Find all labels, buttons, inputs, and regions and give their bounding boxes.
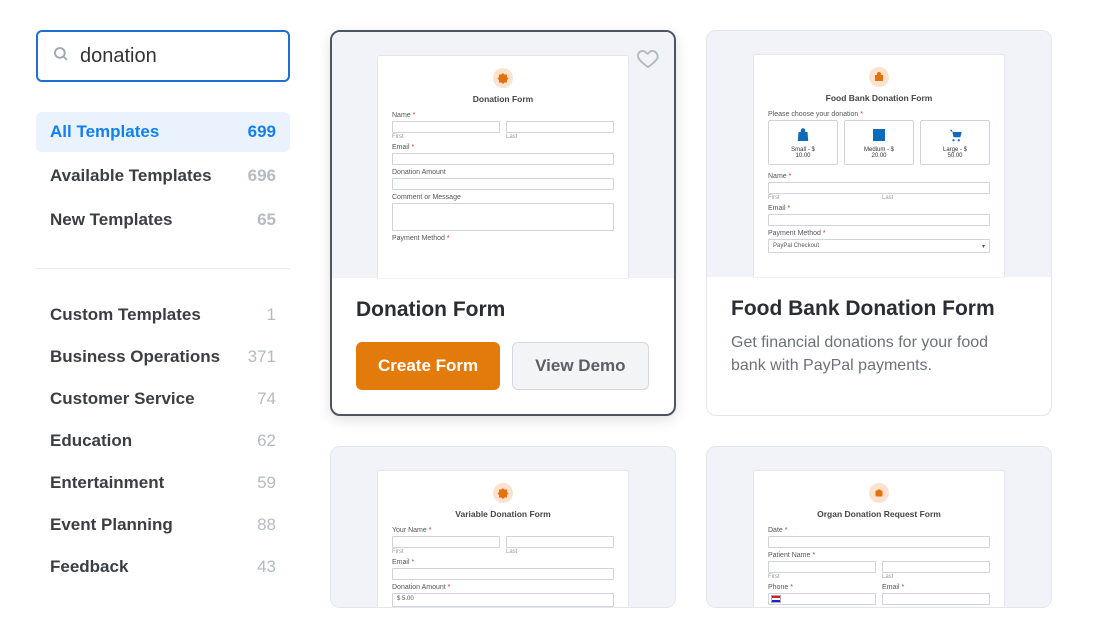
category-count: 43	[257, 557, 276, 577]
category-count: 371	[248, 347, 276, 367]
template-grid-area: Donation Form Name * FirstLast Email * D…	[320, 0, 1116, 640]
preview-sheet: Donation Form Name * FirstLast Email * D…	[378, 56, 628, 278]
logo-icon	[869, 67, 889, 87]
filter-all-templates[interactable]: All Templates 699	[36, 112, 290, 152]
category-label: Custom Templates	[50, 305, 201, 325]
template-description: Get financial donations for your food ba…	[731, 331, 1027, 377]
template-preview: Variable Donation Form Your Name * First…	[331, 447, 675, 607]
category-label: Business Operations	[50, 347, 220, 367]
category-count: 88	[257, 515, 276, 535]
filter-count: 65	[257, 210, 276, 230]
template-card-donation[interactable]: Donation Form Name * FirstLast Email * D…	[330, 30, 676, 416]
preview-title: Food Bank Donation Form	[768, 93, 990, 103]
preview-sheet: Variable Donation Form Your Name * First…	[378, 471, 628, 607]
logo-icon	[493, 483, 513, 503]
template-card-organ-donation[interactable]: Organ Donation Request Form Date * Patie…	[706, 446, 1052, 608]
preview-title: Organ Donation Request Form	[768, 509, 990, 519]
template-card-variable-donation[interactable]: Variable Donation Form Your Name * First…	[330, 446, 676, 608]
category-label: Customer Service	[50, 389, 195, 409]
search-input[interactable]	[80, 45, 345, 68]
category-label: Event Planning	[50, 515, 173, 535]
category-custom-templates[interactable]: Custom Templates 1	[36, 297, 290, 333]
search-box[interactable]	[36, 30, 290, 82]
logo-icon	[493, 68, 513, 88]
filter-count: 696	[248, 166, 276, 186]
category-event-planning[interactable]: Event Planning 88	[36, 507, 290, 543]
category-label: Entertainment	[50, 473, 164, 493]
sidebar: All Templates 699 Available Templates 69…	[0, 0, 320, 640]
category-business-operations[interactable]: Business Operations 371	[36, 339, 290, 375]
category-label: Education	[50, 431, 132, 451]
logo-icon	[869, 483, 889, 503]
template-grid: Donation Form Name * FirstLast Email * D…	[330, 30, 1086, 608]
category-count: 74	[257, 389, 276, 409]
category-list: Custom Templates 1 Business Operations 3…	[36, 297, 290, 585]
template-title: Donation Form	[356, 298, 650, 322]
category-feedback[interactable]: Feedback 43	[36, 549, 290, 585]
template-filters: All Templates 699 Available Templates 69…	[36, 112, 290, 240]
create-form-button[interactable]: Create Form	[356, 342, 500, 390]
search-icon	[52, 45, 70, 68]
card-body: Food Bank Donation Form Get financial do…	[707, 277, 1051, 401]
field-label: Name *	[392, 112, 614, 119]
category-count: 1	[267, 305, 276, 325]
template-preview: Organ Donation Request Form Date * Patie…	[707, 447, 1051, 607]
category-label: Feedback	[50, 557, 128, 577]
preview-sheet: Organ Donation Request Form Date * Patie…	[754, 471, 1004, 607]
category-education[interactable]: Education 62	[36, 423, 290, 459]
template-card-food-bank[interactable]: Food Bank Donation Form Please choose yo…	[706, 30, 1052, 416]
preview-sheet: Food Bank Donation Form Please choose yo…	[754, 55, 1004, 277]
filter-count: 699	[248, 122, 276, 142]
filter-new-templates[interactable]: New Templates 65	[36, 200, 290, 240]
filter-label: New Templates	[50, 210, 173, 230]
category-customer-service[interactable]: Customer Service 74	[36, 381, 290, 417]
template-title: Food Bank Donation Form	[731, 297, 1027, 321]
sidebar-divider	[36, 268, 290, 269]
category-entertainment[interactable]: Entertainment 59	[36, 465, 290, 501]
template-preview: Food Bank Donation Form Please choose yo…	[707, 31, 1051, 277]
favorite-icon[interactable]	[636, 46, 660, 75]
view-demo-button[interactable]: View Demo	[512, 342, 648, 390]
template-preview: Donation Form Name * FirstLast Email * D…	[332, 32, 674, 278]
filter-available-templates[interactable]: Available Templates 696	[36, 156, 290, 196]
card-body: Donation Form Create Form View Demo	[332, 278, 674, 414]
category-count: 59	[257, 473, 276, 493]
filter-label: All Templates	[50, 122, 159, 142]
preview-title: Donation Form	[392, 94, 614, 104]
filter-label: Available Templates	[50, 166, 212, 186]
category-count: 62	[257, 431, 276, 451]
preview-title: Variable Donation Form	[392, 509, 614, 519]
